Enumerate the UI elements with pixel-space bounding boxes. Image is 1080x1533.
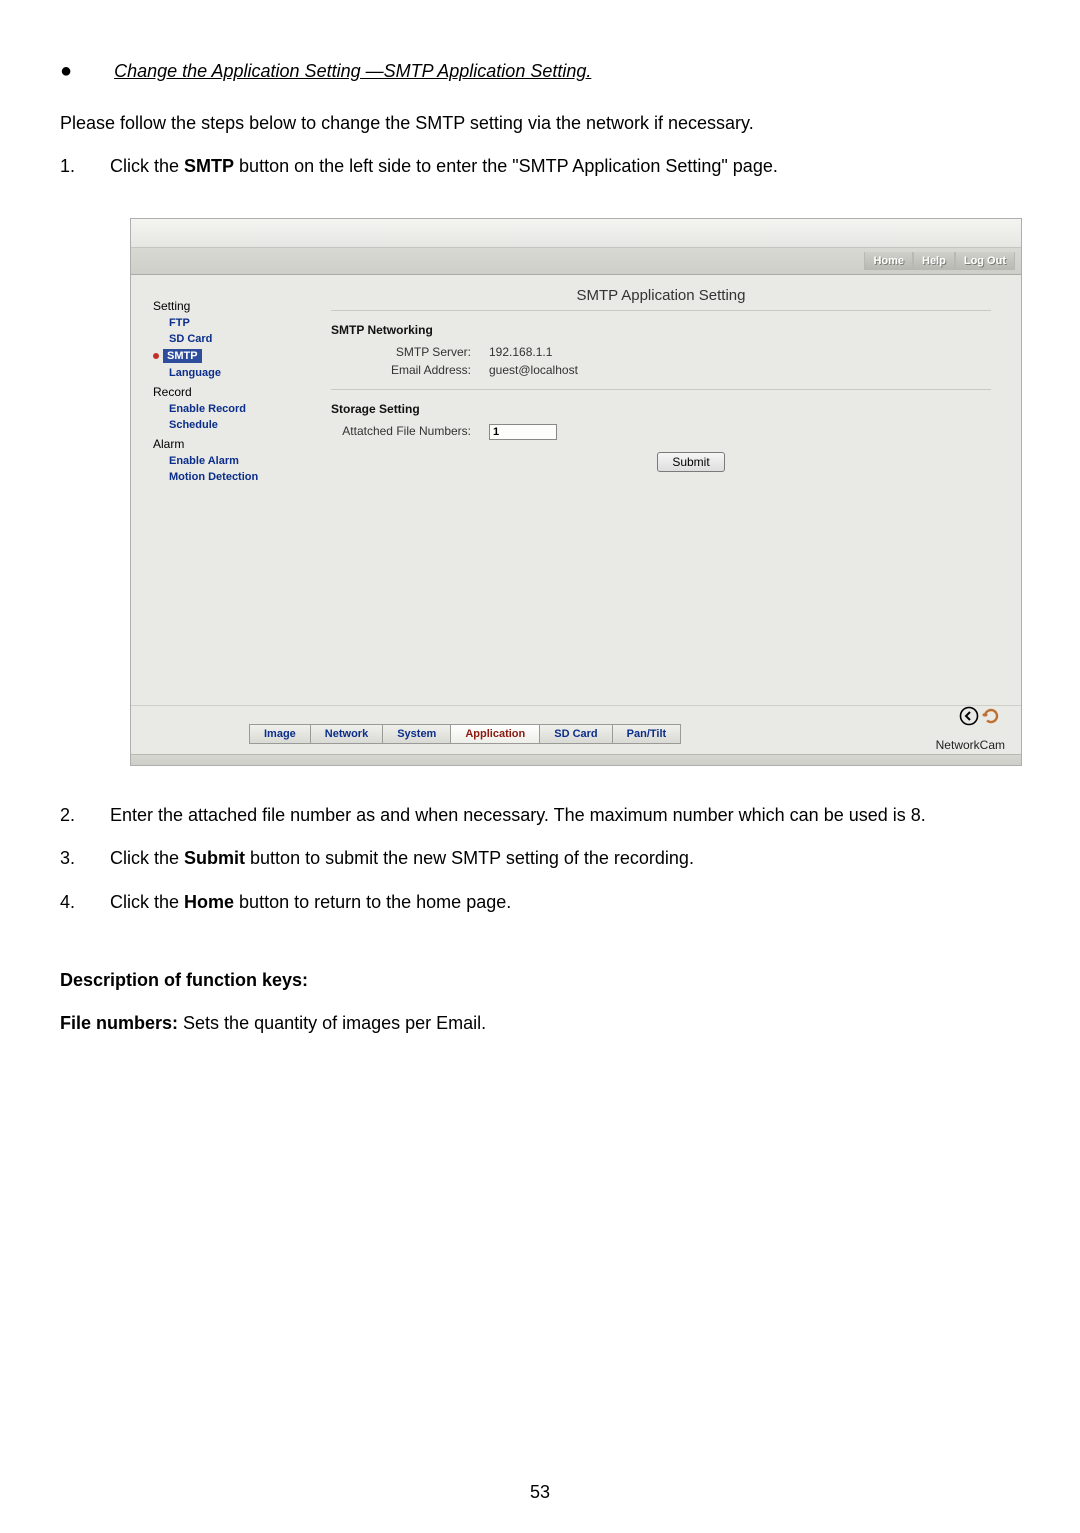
intro-paragraph: Please follow the steps below to change … <box>60 105 1020 141</box>
step-text: Click the SMTP button on the left side t… <box>110 145 1020 188</box>
home-button[interactable]: Home <box>864 252 913 270</box>
top-button-bar: Home Help Log Out <box>131 248 1021 275</box>
tab-image[interactable]: Image <box>249 724 311 744</box>
step-text: Click the Submit button to submit the ne… <box>110 837 1020 880</box>
label-email-address: Email Address: <box>331 363 489 377</box>
step-text: Enter the attached file number as and wh… <box>110 794 1020 837</box>
tab-application[interactable]: Application <box>450 724 540 744</box>
step-number: 4. <box>60 881 110 924</box>
back-icon[interactable] <box>959 706 979 726</box>
sidebar: Setting FTP SD Card SMTP Language Record… <box>131 275 321 705</box>
sidebar-group-setting: Setting <box>153 299 309 313</box>
sidebar-item-schedule[interactable]: Schedule <box>169 419 309 431</box>
app-screenshot: Home Help Log Out Setting FTP SD Card SM… <box>130 218 1022 766</box>
steps-list-top: 1. Click the SMTP button on the left sid… <box>60 145 1020 188</box>
page-number: 53 <box>0 1482 1080 1503</box>
submit-button[interactable]: Submit <box>657 452 724 472</box>
tab-pantilt[interactable]: Pan/Tilt <box>612 724 682 744</box>
step-number: 1. <box>60 145 110 188</box>
sidebar-group-record: Record <box>153 385 309 399</box>
sidebar-item-enable-alarm[interactable]: Enable Alarm <box>169 455 309 467</box>
description-line: File numbers: Sets the quantity of image… <box>60 1005 1020 1041</box>
brand-label: NetworkCam <box>932 736 1009 754</box>
section-storage-setting: Storage Setting <box>331 402 991 416</box>
step-number: 2. <box>60 794 110 837</box>
label-smtp-server: SMTP Server: <box>331 345 489 359</box>
sidebar-item-language[interactable]: Language <box>169 367 309 379</box>
step-number: 3. <box>60 837 110 880</box>
tab-sdcard[interactable]: SD Card <box>539 724 612 744</box>
bottom-tabs: Image Network System Application SD Card… <box>249 724 680 744</box>
tab-system[interactable]: System <box>382 724 451 744</box>
section-heading: Change the Application Setting —SMTP App… <box>114 61 591 82</box>
sidebar-item-sdcard[interactable]: SD Card <box>169 333 309 345</box>
content-area: SMTP Application Setting SMTP Networking… <box>321 275 1021 705</box>
section-smtp-networking: SMTP Networking <box>331 323 991 337</box>
sidebar-group-alarm: Alarm <box>153 437 309 451</box>
sidebar-item-enable-record[interactable]: Enable Record <box>169 403 309 415</box>
value-email-address: guest@localhost <box>489 363 991 377</box>
help-button[interactable]: Help <box>913 252 955 270</box>
bullet-icon: ● <box>60 60 72 83</box>
page-title: SMTP Application Setting <box>331 287 991 304</box>
sidebar-item-ftp[interactable]: FTP <box>169 317 309 329</box>
active-indicator-icon <box>153 353 159 359</box>
value-smtp-server: 192.168.1.1 <box>489 345 991 359</box>
tab-network[interactable]: Network <box>310 724 383 744</box>
steps-list-bottom: 2. Enter the attached file number as and… <box>60 794 1020 924</box>
logout-button[interactable]: Log Out <box>955 252 1015 270</box>
label-attached-file-numbers: Attatched File Numbers: <box>331 424 489 440</box>
sidebar-item-motion-detection[interactable]: Motion Detection <box>169 471 309 483</box>
sidebar-item-smtp[interactable]: SMTP <box>163 349 202 363</box>
attached-file-numbers-input[interactable] <box>489 424 557 440</box>
step-text: Click the Home button to return to the h… <box>110 881 1020 924</box>
refresh-icon[interactable] <box>981 706 1001 726</box>
description-heading: Description of function keys: <box>60 970 1020 991</box>
